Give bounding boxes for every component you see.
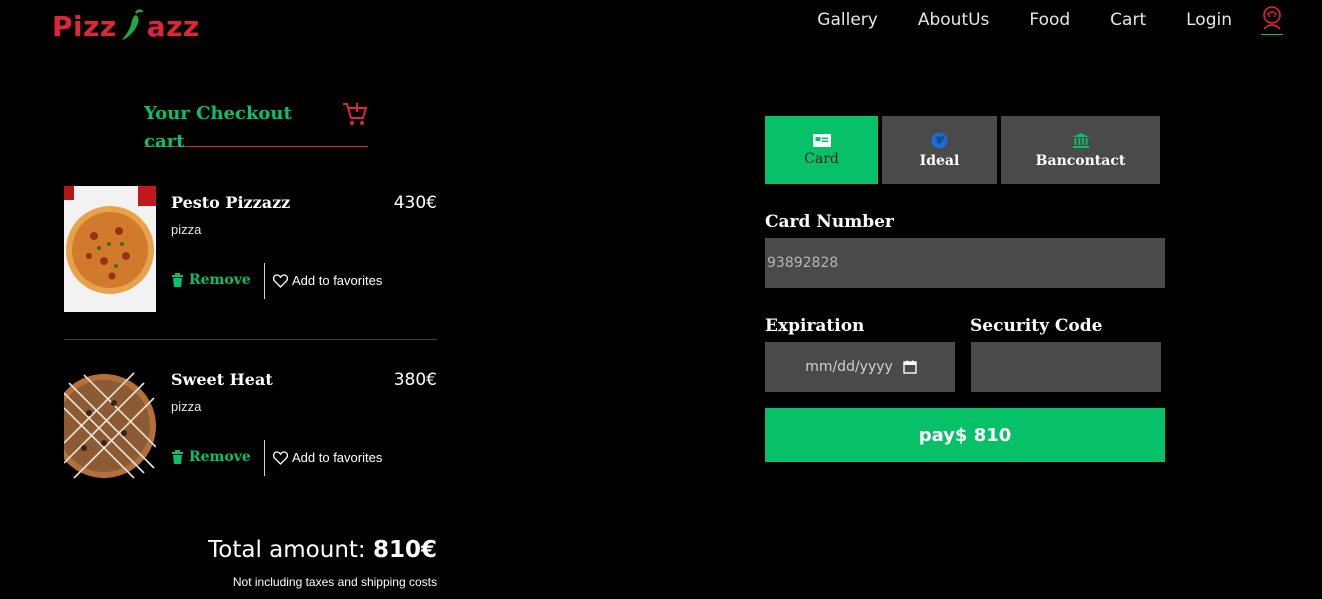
favorites-label: Add to favorites [292, 273, 383, 288]
card-icon [812, 133, 831, 147]
remove-label: Remove [189, 449, 251, 465]
item-category: pizza [171, 222, 202, 237]
expiration-placeholder: mm/dd/yyyy [805, 359, 893, 375]
trash-icon [172, 273, 183, 287]
add-to-favorites-button[interactable]: Add to favorites [273, 450, 382, 465]
user-profile-button[interactable] [1260, 5, 1284, 35]
nav-aboutus[interactable]: AboutUs [918, 10, 990, 30]
expiration-label: Expiration [765, 316, 865, 336]
remove-button[interactable]: Remove [171, 272, 251, 288]
action-divider [264, 440, 265, 476]
user-underline [1261, 34, 1283, 35]
cart-item: Sweet Heat 380€ pizza Remove Add to favo… [64, 363, 437, 493]
nav-login[interactable]: Login [1186, 10, 1232, 30]
cart-heading: Your Checkout cart [144, 100, 368, 152]
cart-add-icon [343, 103, 368, 125]
logo-text-right: azz [146, 9, 200, 43]
tab-ideal[interactable]: Ideal [882, 116, 997, 184]
tab-card[interactable]: Card [765, 116, 878, 184]
payment-method-tabs: Card Ideal Bancontact [765, 116, 1160, 184]
item-divider [64, 339, 437, 340]
cart-item: Pesto Pizzazz 430€ pizza Remove Add to f… [64, 186, 437, 316]
bank-icon [1072, 132, 1089, 148]
security-code-input[interactable] [971, 342, 1161, 392]
tab-ideal-label: Ideal [919, 152, 960, 169]
heart-icon [273, 273, 288, 288]
pay-button[interactable]: pay$ 810 [765, 408, 1165, 462]
chili-pepper-icon [121, 9, 143, 40]
calendar-icon[interactable] [903, 360, 917, 374]
remove-label: Remove [189, 272, 251, 288]
tab-card-label: Card [804, 150, 839, 167]
tab-bancontact[interactable]: Bancontact [1001, 116, 1160, 184]
main-nav: Gallery AboutUs Food Cart Login [817, 5, 1284, 35]
nav-food[interactable]: Food [1029, 10, 1070, 30]
tax-note: Not including taxes and shipping costs [232, 575, 437, 589]
item-name: Pesto Pizzazz [171, 193, 291, 212]
action-divider [264, 263, 265, 299]
remove-button[interactable]: Remove [171, 449, 251, 465]
security-code-label: Security Code [970, 316, 1103, 336]
item-name: Sweet Heat [171, 370, 273, 389]
logo[interactable]: Pizz azz [52, 8, 200, 44]
item-price: 430€ [393, 193, 437, 213]
expiration-date-input[interactable]: mm/dd/yyyy [765, 342, 955, 392]
nav-cart[interactable]: Cart [1110, 10, 1146, 30]
trash-icon [172, 450, 183, 464]
cart-title: Your Checkout cart [144, 103, 292, 152]
add-to-favorites-button[interactable]: Add to favorites [273, 273, 382, 288]
nav-gallery[interactable]: Gallery [817, 10, 878, 30]
heart-icon [273, 450, 288, 465]
total-amount: Total amount: 810€ [208, 537, 437, 563]
card-number-input[interactable] [765, 238, 1165, 288]
globe-icon [931, 132, 948, 148]
item-price: 380€ [393, 370, 437, 390]
logo-text-left: Pizz [52, 9, 117, 43]
total-value: 810€ [372, 537, 437, 563]
pizza-image [64, 363, 156, 489]
pizza-image [64, 186, 156, 312]
tab-bancontact-label: Bancontact [1035, 152, 1126, 169]
card-number-label: Card Number [765, 212, 894, 232]
item-category: pizza [171, 399, 202, 414]
favorites-label: Add to favorites [292, 450, 383, 465]
user-icon [1263, 6, 1281, 30]
total-label: Total amount: [208, 537, 366, 563]
